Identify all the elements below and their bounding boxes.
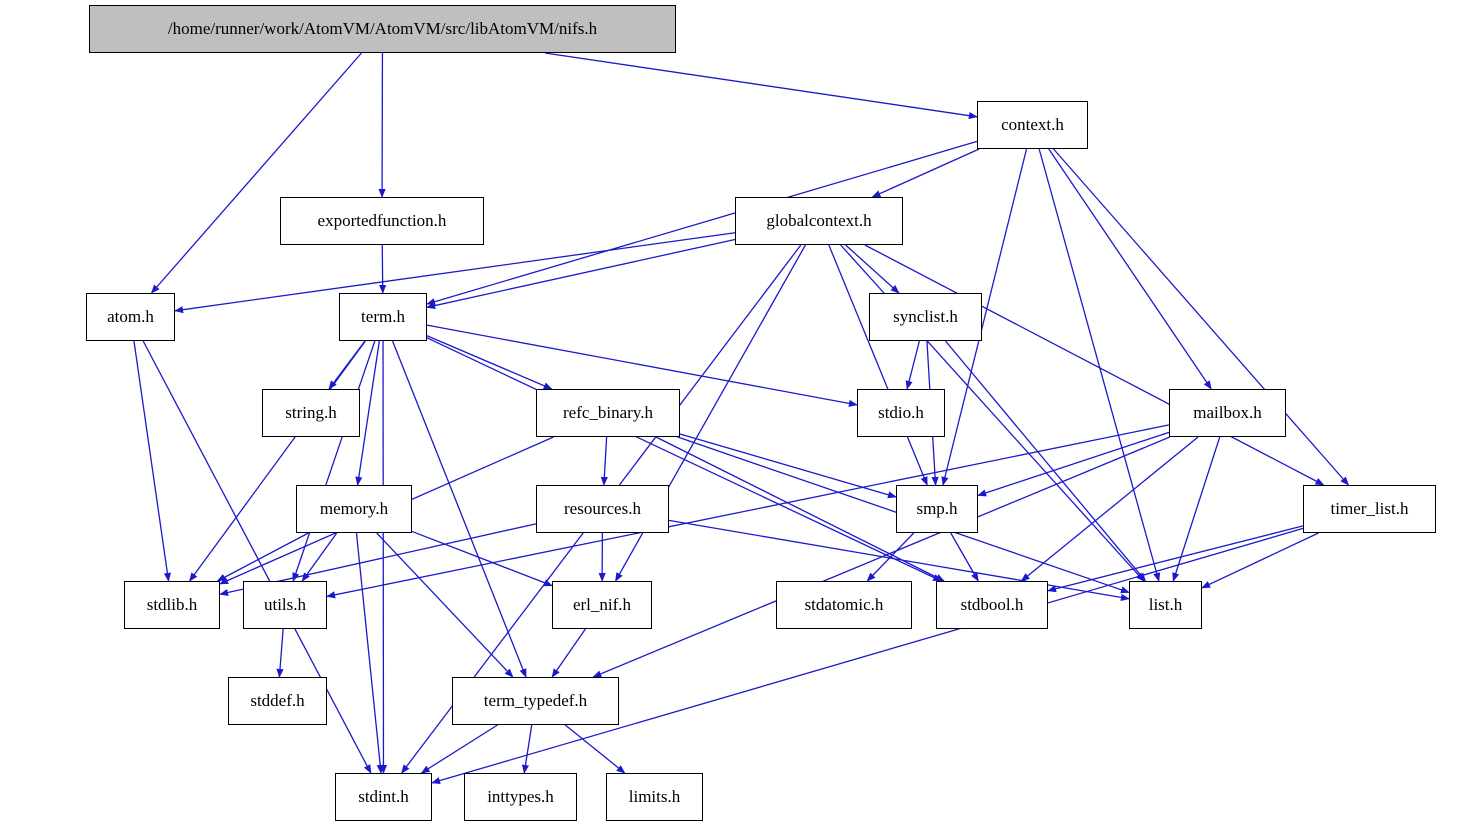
edge-term-to-refc_binary	[426, 335, 553, 390]
edge-synclist-to-list	[945, 340, 1147, 582]
node-globalcontext[interactable]: globalcontext.h	[735, 197, 903, 245]
edge-globalcontext-to-term	[426, 238, 736, 310]
edge-term_typedef-to-limits	[564, 724, 626, 774]
edge-term_typedef-to-inttypes	[521, 724, 533, 774]
node-list[interactable]: list.h	[1129, 581, 1202, 629]
edge-refc_binary-to-resources	[600, 436, 608, 486]
edge-timer_list-to-stdint	[431, 527, 1304, 785]
node-utils[interactable]: utils.h	[243, 581, 327, 629]
node-stdint[interactable]: stdint.h	[335, 773, 432, 821]
node-smp[interactable]: smp.h	[896, 485, 978, 533]
node-refc-binary[interactable]: refc_binary.h	[536, 389, 680, 437]
edge-memory-to-stdlib	[216, 532, 309, 582]
edge-smp-to-stdbool	[950, 532, 979, 582]
edge-memory-to-erl_nif	[411, 530, 553, 587]
node-exportedfunction[interactable]: exportedfunction.h	[280, 197, 484, 245]
node-inttypes[interactable]: inttypes.h	[464, 773, 577, 821]
edge-erl_nif-to-term_typedef	[551, 628, 586, 678]
node-atom[interactable]: atom.h	[86, 293, 175, 341]
node-term[interactable]: term.h	[339, 293, 427, 341]
edge-term-to-term_typedef	[391, 340, 527, 678]
edge-utils-to-stddef	[276, 628, 284, 678]
node-stddef[interactable]: stddef.h	[228, 677, 327, 725]
edge-nifs-to-atom	[150, 52, 362, 294]
edge-globalcontext-to-smp	[828, 244, 928, 486]
edge-context-to-mailbox	[1048, 148, 1212, 390]
edge-synclist-to-stdio	[905, 340, 921, 390]
edge-nifs-to-context	[544, 52, 978, 120]
edge-term-to-memory	[355, 340, 381, 486]
node-stdatomic[interactable]: stdatomic.h	[776, 581, 912, 629]
node-context[interactable]: context.h	[977, 101, 1088, 149]
node-stdlib[interactable]: stdlib.h	[124, 581, 220, 629]
node-limits[interactable]: limits.h	[606, 773, 703, 821]
node-nifs[interactable]: /home/runner/work/AtomVM/AtomVM/src/libA…	[89, 5, 676, 53]
edge-globalcontext-to-synclist	[845, 244, 900, 294]
edge-term-to-utils	[292, 340, 376, 582]
edge-smp-to-stdatomic	[866, 532, 915, 582]
node-resources[interactable]: resources.h	[536, 485, 669, 533]
edge-mailbox-to-utils	[326, 424, 1170, 599]
node-synclist[interactable]: synclist.h	[869, 293, 982, 341]
node-term-typedef[interactable]: term_typedef.h	[452, 677, 619, 725]
node-memory[interactable]: memory.h	[296, 485, 412, 533]
node-stdbool[interactable]: stdbool.h	[936, 581, 1048, 629]
node-stdio[interactable]: stdio.h	[857, 389, 945, 437]
edge-atom-to-stdlib	[133, 340, 171, 582]
node-string[interactable]: string.h	[262, 389, 360, 437]
node-mailbox[interactable]: mailbox.h	[1169, 389, 1286, 437]
edge-context-to-list	[1038, 148, 1161, 582]
edge-memory-to-stdint	[355, 532, 384, 774]
node-erl-nif[interactable]: erl_nif.h	[552, 581, 652, 629]
edge-term-to-stdlib	[189, 340, 366, 582]
edge-exportedfunction-to-term	[379, 244, 387, 294]
node-timer-list[interactable]: timer_list.h	[1303, 485, 1436, 533]
edge-mailbox-to-smp	[977, 431, 1170, 497]
